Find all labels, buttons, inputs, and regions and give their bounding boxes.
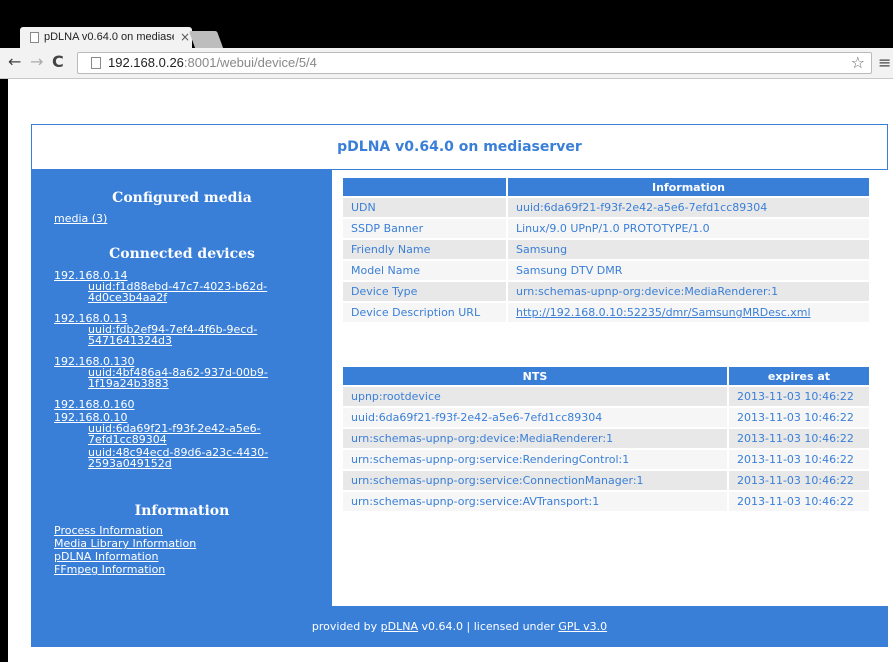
browser-tab[interactable]: pDLNA v0.64.0 on mediaserver × (20, 27, 192, 48)
table-header-information: Information (508, 178, 869, 196)
expires-value: 2013-11-03 10:46:22 (729, 387, 869, 406)
info-value: uuid:6da69f21-f93f-2e42-a5e6-7efd1cc8930… (508, 198, 869, 217)
browser-toolbar: ← → C 192.168.0.26:8001/webui/device/5/4… (0, 48, 893, 79)
info-label: Friendly Name (343, 240, 506, 259)
page-frame: pDLNA v0.64.0 on mediaserver Configured … (31, 124, 888, 647)
table-row: UDN uuid:6da69f21-f93f-2e42-a5e6-7efd1cc… (343, 198, 869, 217)
table-row: urn:schemas-upnp-org:device:MediaRendere… (343, 429, 869, 448)
footer-prefix: provided by (311, 620, 378, 633)
info-value: http://192.168.0.10:52235/dmr/SamsungMRD… (508, 303, 869, 322)
ffmpeg-information-link[interactable]: FFmpeg Information (54, 563, 165, 576)
info-value: Samsung DTV DMR (508, 261, 869, 280)
info-value: Linux/9.0 UPnP/1.0 PROTOTYPE/1.0 (508, 219, 869, 238)
bookmark-star-icon[interactable]: ☆ (851, 53, 865, 72)
nts-value: urn:schemas-upnp-org:service:AVTransport… (343, 492, 727, 511)
media-link[interactable]: media (3) (54, 212, 107, 225)
table-header-nts: NTS (343, 367, 727, 385)
table-row: Friendly Name Samsung (343, 240, 869, 259)
table-row: Model Name Samsung DTV DMR (343, 261, 869, 280)
table-row: uuid:6da69f21-f93f-2e42-a5e6-7efd1cc8930… (343, 408, 869, 427)
nts-value: uuid:6da69f21-f93f-2e42-a5e6-7efd1cc8930… (343, 408, 727, 427)
table-row: urn:schemas-upnp-org:service:ConnectionM… (343, 471, 869, 490)
footer: provided by pDLNA v0.64.0 | licensed und… (32, 606, 887, 647)
nts-value: upnp:rootdevice (343, 387, 727, 406)
info-label: Device Description URL (343, 303, 506, 322)
process-information-link[interactable]: Process Information (54, 524, 163, 537)
connected-devices-heading: Connected devices (109, 246, 255, 262)
url-text: 192.168.0.26:8001/webui/device/5/4 (108, 55, 317, 70)
tab-title: pDLNA v0.64.0 on mediaserver (44, 31, 174, 43)
new-tab-button[interactable] (188, 31, 224, 48)
pdlna-information-link[interactable]: pDLNA Information (54, 550, 159, 563)
device-uuid-link[interactable]: uuid:4bf486a4-8a62-937d-00b9-1f19a24b388… (88, 367, 318, 389)
table-row: Device Description URL http://192.168.0.… (343, 303, 869, 322)
device-uuid-link[interactable]: uuid:fdb2ef94-7ef4-4f6b-9ecd-5471641324d… (88, 324, 318, 346)
info-label: Device Type (343, 282, 506, 301)
footer-middle: v0.64.0 | licensed under (421, 620, 555, 633)
table-header-expires: expires at (729, 367, 869, 385)
nts-value: urn:schemas-upnp-org:service:ConnectionM… (343, 471, 727, 490)
table-row: urn:schemas-upnp-org:service:RenderingCo… (343, 450, 869, 469)
forward-icon[interactable]: → (30, 52, 43, 72)
table-row: SSDP Banner Linux/9.0 UPnP/1.0 PROTOTYPE… (343, 219, 869, 238)
nts-value: urn:schemas-upnp-org:service:RenderingCo… (343, 450, 727, 469)
expires-value: 2013-11-03 10:46:22 (729, 429, 869, 448)
expires-value: 2013-11-03 10:46:22 (729, 492, 869, 511)
media-library-information-link[interactable]: Media Library Information (54, 537, 196, 550)
configured-media-heading: Configured media (112, 190, 252, 206)
info-value: urn:schemas-upnp-org:device:MediaRendere… (508, 282, 869, 301)
url-path: :8001/webui/device/5/4 (183, 55, 317, 70)
info-label: SSDP Banner (343, 219, 506, 238)
sidebar: Configured media media (3) Connected dev… (32, 170, 332, 606)
device-uuid-link[interactable]: uuid:f1d88ebd-47c7-4023-b62d-4d0ce3b4aa2… (88, 281, 318, 303)
license-link[interactable]: GPL v3.0 (558, 620, 607, 633)
device-info-table: Information UDN uuid:6da69f21-f93f-2e42-… (341, 176, 871, 324)
expires-value: 2013-11-03 10:46:22 (729, 450, 869, 469)
expires-value: 2013-11-03 10:46:22 (729, 408, 869, 427)
url-host: 192.168.0.26 (108, 55, 184, 70)
nts-value: urn:schemas-upnp-org:device:MediaRendere… (343, 429, 727, 448)
pdlna-link[interactable]: pDLNA (381, 620, 418, 633)
page-viewport: pDLNA v0.64.0 on mediaserver Configured … (8, 79, 893, 662)
device-description-link[interactable]: http://192.168.0.10:52235/dmr/SamsungMRD… (516, 306, 811, 319)
reload-icon[interactable]: C (52, 52, 64, 72)
info-label: Model Name (343, 261, 506, 280)
device-ip-link[interactable]: 192.168.0.160 (54, 398, 134, 411)
info-label: UDN (343, 198, 506, 217)
table-row: Device Type urn:schemas-upnp-org:device:… (343, 282, 869, 301)
info-value: Samsung (508, 240, 869, 259)
expires-value: 2013-11-03 10:46:22 (729, 471, 869, 490)
nts-table: NTS expires at upnp:rootdevice 2013-11-0… (341, 365, 871, 513)
browser-titlebar: pDLNA v0.64.0 on mediaserver × (0, 0, 893, 48)
device-uuid-link[interactable]: uuid:48c94ecd-89d6-a23c-4430-2593a049152… (88, 447, 318, 469)
address-bar[interactable]: 192.168.0.26:8001/webui/device/5/4 ☆ (77, 52, 872, 74)
information-heading: Information (134, 503, 230, 519)
table-header-blank (343, 178, 506, 196)
page-title: pDLNA v0.64.0 on mediaserver (337, 139, 582, 155)
table-row: upnp:rootdevice 2013-11-03 10:46:22 (343, 387, 869, 406)
table-row: urn:schemas-upnp-org:service:AVTransport… (343, 492, 869, 511)
back-icon[interactable]: ← (8, 52, 21, 72)
menu-icon[interactable]: ≡ (878, 53, 891, 72)
main-content: Information UDN uuid:6da69f21-f93f-2e42-… (332, 170, 888, 606)
device-uuid-link[interactable]: uuid:6da69f21-f93f-2e42-a5e6-7efd1cc8930… (88, 423, 318, 445)
page-icon (30, 32, 39, 43)
document-icon (91, 57, 101, 69)
